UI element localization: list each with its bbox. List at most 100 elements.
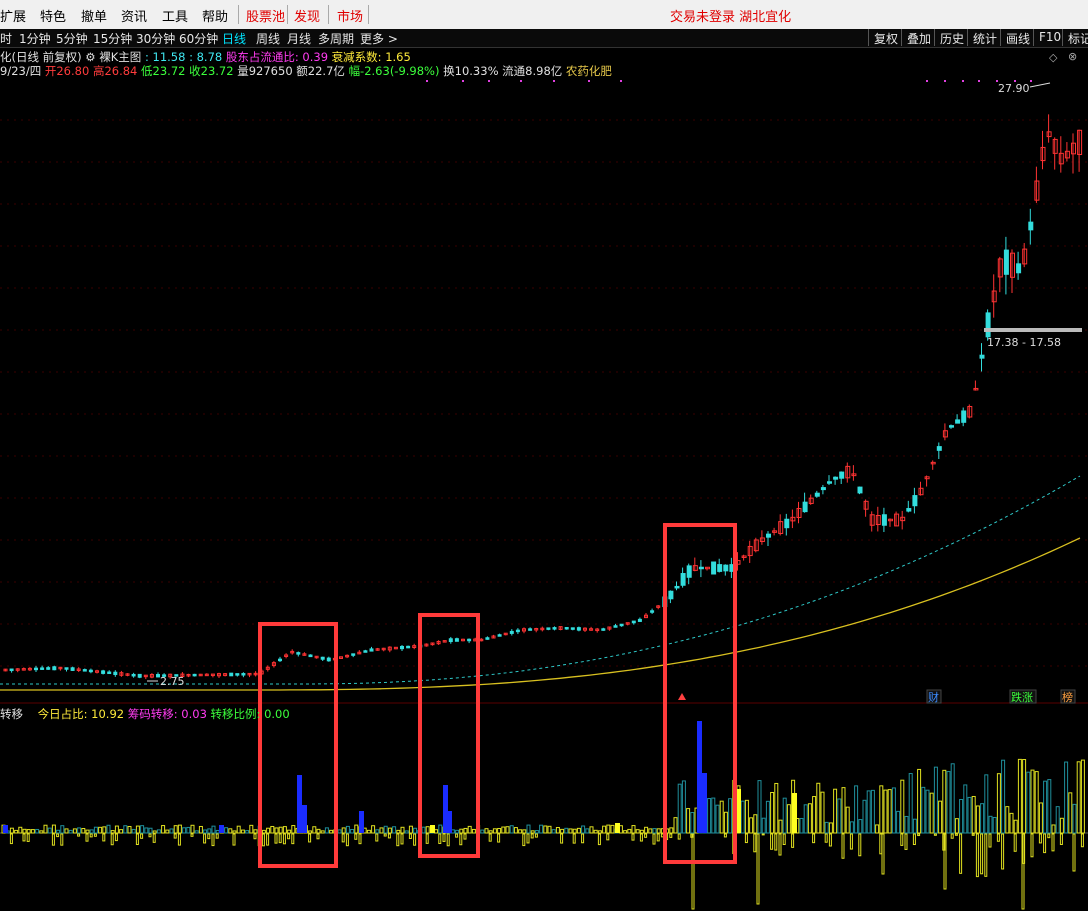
transfer-ratio-label: 转移比例: bbox=[210, 707, 261, 721]
indicator-up-bar bbox=[236, 825, 241, 834]
indicator-up-bar bbox=[568, 828, 573, 834]
sub-indicator-name[interactable]: 转移 bbox=[0, 707, 23, 721]
period-5min[interactable]: 5分钟 bbox=[56, 30, 88, 47]
menu-stock-pool[interactable]: 股票池 bbox=[246, 6, 285, 25]
indicator-up-bar bbox=[631, 825, 636, 834]
indicator-down-bar bbox=[1038, 833, 1042, 844]
tool-history[interactable]: 历史 bbox=[934, 29, 967, 46]
settings-icon[interactable]: ⚙ bbox=[85, 50, 95, 64]
menu-help[interactable]: 帮助 bbox=[202, 6, 228, 25]
candle-body bbox=[912, 495, 918, 507]
period-more[interactable]: 更多 > bbox=[360, 30, 398, 47]
indicator-up-bar bbox=[85, 829, 90, 834]
indicator-up-bar bbox=[824, 821, 829, 834]
indicator-down-bar bbox=[791, 833, 795, 848]
tool-overlay[interactable]: 叠加 bbox=[901, 29, 934, 46]
indicator-up-bar bbox=[879, 785, 884, 834]
indicator-up-bar bbox=[345, 825, 350, 834]
today-ratio-label: 今日占比: bbox=[37, 707, 88, 721]
indicator-down-bar bbox=[849, 833, 853, 850]
indicator-up-bar bbox=[883, 789, 888, 834]
login-status[interactable]: 交易未登录 湖北宜化 bbox=[670, 6, 791, 25]
indicator-up-bar bbox=[43, 824, 48, 834]
menu-news[interactable]: 资讯 bbox=[121, 6, 147, 25]
indicator-up-bar bbox=[245, 830, 250, 834]
indicator-up-bar bbox=[564, 827, 569, 834]
indicator-up-bar bbox=[572, 828, 577, 834]
candle-body bbox=[296, 652, 301, 655]
indicator-up-bar bbox=[711, 797, 716, 834]
top-marker-dot bbox=[588, 80, 590, 82]
indicator-up-bar bbox=[354, 824, 359, 834]
period-15min[interactable]: 15分钟 bbox=[93, 30, 132, 47]
indicator-up-bar bbox=[47, 827, 52, 834]
candle-body bbox=[1016, 263, 1022, 274]
indicator-up-bar bbox=[81, 827, 86, 834]
indicator-up-bar bbox=[786, 804, 791, 834]
tool-statistics[interactable]: 统计 bbox=[967, 29, 1000, 46]
indicator-up-bar bbox=[140, 825, 145, 834]
menu-tools[interactable]: 工具 bbox=[162, 6, 188, 25]
indicator-up-bar bbox=[589, 826, 594, 834]
period-weekly[interactable]: 周线 bbox=[256, 30, 280, 47]
candle-body bbox=[1028, 221, 1034, 231]
period-30min[interactable]: 30分钟 bbox=[136, 30, 175, 47]
indicator-down-bar bbox=[152, 833, 156, 843]
period-multi[interactable]: 多周期 bbox=[318, 30, 354, 47]
chip-transfer-value: 0.03 bbox=[181, 707, 207, 721]
tool-draw-line[interactable]: 画线 bbox=[1000, 29, 1033, 46]
indicator-up-bar bbox=[866, 790, 871, 834]
candle-body bbox=[235, 673, 240, 676]
holder-ratio-value: 0.39 bbox=[302, 50, 329, 64]
indicator-down-bar bbox=[387, 833, 391, 839]
indicator-up-bar bbox=[1051, 824, 1056, 834]
chart-title[interactable]: 化(日线 前复权) bbox=[0, 50, 82, 64]
indicator-down-bar bbox=[266, 833, 270, 846]
indicator-up-bar bbox=[501, 826, 506, 834]
price-chart[interactable]: 27.90 2.75 17.38 - 17.58 财 跌涨 榜 bbox=[0, 0, 1088, 911]
period-1min[interactable]: 1分钟 bbox=[19, 30, 51, 47]
menu-extend[interactable]: 扩展 bbox=[0, 6, 26, 25]
indicator-up-bar bbox=[329, 829, 334, 834]
tool-mark[interactable]: 标记 bbox=[1062, 29, 1088, 46]
period-monthly[interactable]: 月线 bbox=[287, 30, 311, 47]
indicator-up-bar bbox=[144, 827, 149, 834]
menu-bar: 扩展 特色 撤单 资讯 工具 帮助 股票池 发现 市场 交易未登录 湖北宜化 bbox=[0, 0, 1088, 30]
indicator-down-bar bbox=[744, 833, 748, 844]
indicator-down-bar bbox=[77, 833, 81, 837]
indicator-up-bar bbox=[1034, 771, 1039, 834]
period-tick[interactable]: 时 bbox=[0, 30, 12, 47]
menu-feature[interactable]: 特色 bbox=[40, 6, 66, 25]
menu-market[interactable]: 市场 bbox=[337, 6, 363, 25]
low-price-label: 2.75 bbox=[160, 675, 185, 688]
tool-f10[interactable]: F10 bbox=[1033, 29, 1062, 46]
period-daily[interactable]: 日线 bbox=[222, 30, 246, 47]
indicator-up-bar bbox=[89, 829, 94, 834]
indicator-up-bar bbox=[1001, 759, 1006, 834]
indicator-up-bar bbox=[102, 826, 107, 834]
menu-discover[interactable]: 发现 bbox=[294, 6, 320, 25]
low-label: 低 bbox=[141, 64, 153, 78]
indicator-up-bar bbox=[917, 768, 922, 834]
indicator-up-bar bbox=[623, 830, 628, 834]
period-60min[interactable]: 60分钟 bbox=[179, 30, 218, 47]
indicator-down-bar bbox=[463, 833, 467, 840]
close-icon[interactable]: ⊗ bbox=[1068, 50, 1077, 63]
indicator-up-bar bbox=[312, 826, 317, 834]
indicator-down-bar bbox=[824, 833, 828, 843]
diamond-icon[interactable]: ◇ bbox=[1049, 51, 1057, 64]
indicator-up-bar bbox=[555, 827, 560, 834]
range-bar bbox=[984, 328, 1082, 332]
indicator-up-bar bbox=[534, 830, 539, 834]
candle-body bbox=[131, 673, 136, 677]
candle-body bbox=[936, 446, 942, 451]
indicator-down-bar bbox=[291, 833, 295, 845]
indicator-up-bar bbox=[148, 827, 153, 834]
sector[interactable]: 农药化肥 bbox=[566, 64, 612, 78]
menu-cancel-order[interactable]: 撤单 bbox=[81, 6, 107, 25]
candle-body bbox=[784, 518, 790, 529]
tool-restore-rights[interactable]: 复权 bbox=[868, 29, 901, 46]
main-indicator-label[interactable]: 裸K主图 bbox=[99, 50, 141, 64]
candle-body bbox=[40, 667, 45, 670]
candle-body bbox=[814, 492, 820, 497]
